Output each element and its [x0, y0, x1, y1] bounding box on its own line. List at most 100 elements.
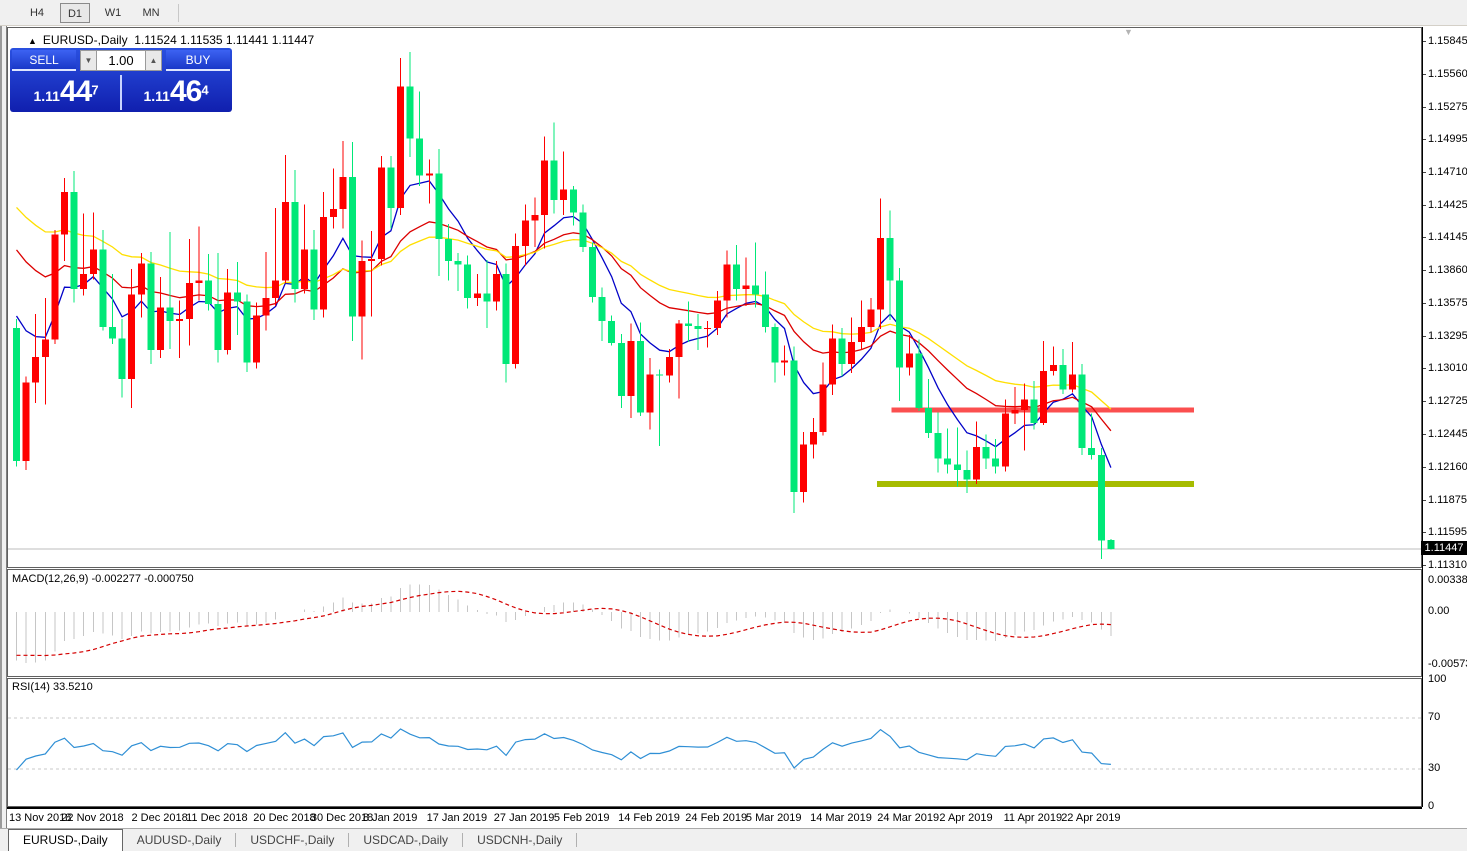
date-axis-label: 24 Feb 2019: [685, 812, 748, 824]
tab-separator: [576, 833, 578, 847]
candle: [953, 427, 961, 487]
price-axis[interactable]: 1.15845 1.15560 1.15275 1.14995 1.14710 1.144…: [1422, 27, 1467, 812]
timeframe-button-w1[interactable]: W1: [98, 3, 128, 23]
rsi-axis-label: 30: [1428, 761, 1441, 774]
buy-button[interactable]: BUY: [166, 50, 230, 71]
candle: [1069, 341, 1076, 393]
date-axis-label: 8 Jan 2019: [362, 812, 418, 824]
candle: [819, 362, 827, 436]
candle: [368, 231, 376, 317]
toolbar-separator: [178, 4, 179, 22]
candle: [665, 348, 673, 383]
symbol-marker-icon: ▲: [28, 36, 37, 46]
candle: [80, 213, 88, 296]
candle: [272, 207, 280, 307]
rsi-indicator-pane[interactable]: [7, 678, 1422, 807]
candle: [454, 252, 462, 292]
candle: [569, 186, 577, 226]
date-axis-label: 20 Dec 2018: [253, 812, 316, 824]
volume-decrease-button[interactable]: ▼: [80, 50, 97, 71]
candle: [656, 369, 664, 446]
candle: [243, 294, 251, 372]
candle: [281, 154, 289, 284]
candle: [1059, 348, 1067, 394]
price-axis-label: 1.12725: [1428, 395, 1467, 408]
price-axis-label: 1.14710: [1428, 166, 1467, 179]
buy-price-display[interactable]: 1.11464: [122, 73, 230, 112]
candle: [214, 252, 222, 363]
buy-price-prefix: 1.11: [143, 88, 170, 104]
candle: [233, 262, 241, 335]
window-left-border: [0, 0, 7, 851]
macd-canvas[interactable]: [8, 570, 1421, 676]
candle: [905, 334, 913, 376]
date-axis-label: 22 Apr 2019: [1061, 812, 1121, 824]
buy-price-sup: 4: [201, 82, 209, 98]
date-axis-label: 17 Jan 2019: [426, 812, 488, 824]
sell-price-prefix: 1.11: [33, 88, 60, 104]
price-axis-label: 1.14145: [1428, 231, 1467, 244]
candle: [896, 268, 904, 401]
macd-axis-label: 0.003386: [1428, 573, 1467, 586]
fast-ema-line: [15, 180, 1112, 468]
volume-increase-button[interactable]: ▲: [145, 50, 162, 71]
timeframe-button-h4[interactable]: H4: [22, 3, 52, 23]
tab-audusd-daily[interactable]: AUDUSD-,Daily: [123, 830, 236, 851]
macd-indicator-pane[interactable]: [7, 569, 1422, 677]
rsi-canvas[interactable]: [8, 679, 1421, 807]
current-price-tag: 1.11447: [1421, 541, 1467, 556]
rsi-line: [16, 728, 1111, 771]
candle: [320, 191, 328, 318]
volume-input[interactable]: 1.00: [97, 50, 145, 71]
tab-eurusd-daily[interactable]: EURUSD-,Daily: [8, 829, 123, 851]
candle: [445, 224, 452, 281]
candle: [646, 358, 654, 430]
tab-usdcnh-daily[interactable]: USDCNH-,Daily: [463, 830, 576, 851]
mid-ema-line: [15, 221, 1112, 432]
candle: [358, 240, 366, 360]
candle: [752, 242, 760, 308]
timeframe-button-mn[interactable]: MN: [136, 3, 166, 23]
price-axis-label: 1.15275: [1428, 100, 1467, 113]
date-axis-label: 14 Feb 2019: [618, 812, 680, 824]
candle: [109, 273, 116, 345]
tab-usdcad-daily[interactable]: USDCAD-,Daily: [349, 830, 462, 851]
one-click-trading-panel: SELL ▼ 1.00 ▲ BUY 1.11447 1.11464: [10, 48, 232, 112]
candle: [99, 229, 107, 331]
price-axis-tick: [1423, 335, 1426, 337]
tab-usdchf-daily[interactable]: USDCHF-,Daily: [236, 830, 348, 851]
sell-price-display[interactable]: 1.11447: [12, 73, 120, 112]
candle: [464, 255, 472, 309]
candle: [224, 269, 232, 355]
price-axis-tick: [1423, 433, 1426, 435]
sell-button[interactable]: SELL: [12, 50, 76, 71]
candle: [377, 155, 385, 266]
date-axis-label: 2 Dec 2018: [131, 812, 188, 824]
rsi-label: RSI(14) 33.5210: [12, 681, 93, 693]
timeframe-toolbar: H4 D1 W1 MN: [0, 0, 1467, 26]
chart-tab-bar: EURUSD-,Daily AUDUSD-,Daily USDCHF-,Dail…: [0, 828, 1467, 851]
candle: [61, 177, 68, 262]
date-axis-label: 27 Jan 2019: [493, 812, 555, 824]
chart-title: ▲ EURUSD-,Daily 1.11524 1.11535 1.11441 1…: [28, 33, 314, 47]
timeframe-button-d1[interactable]: D1: [60, 3, 90, 23]
chart-end-marker-icon[interactable]: ▼: [1124, 27, 1133, 37]
sell-price-sup: 7: [91, 82, 99, 98]
price-axis-tick: [1423, 237, 1426, 239]
price-axis-label: 1.13575: [1428, 297, 1467, 310]
candle: [1078, 363, 1086, 456]
candle: [1088, 413, 1096, 460]
price-axis-tick: [1423, 270, 1426, 272]
candle: [608, 315, 616, 346]
date-axis-label: 24 Mar 2019: [877, 812, 940, 824]
macd-label: MACD(12,26,9) -0.002277 -0.000750: [12, 573, 194, 585]
date-axis-label: 11 Dec 2018: [186, 812, 248, 824]
sell-price-big: 44: [59, 75, 92, 108]
price-axis-label: 1.13010: [1428, 362, 1467, 375]
candle: [800, 432, 808, 503]
date-axis[interactable]: 13 Nov 2018 22 Nov 2018 2 Dec 2018 11 Dec 2…: [7, 807, 1422, 828]
date-axis-label: 14 Mar 2019: [810, 812, 872, 824]
candle: [675, 319, 683, 399]
candle: [934, 412, 942, 473]
candle: [205, 254, 212, 311]
